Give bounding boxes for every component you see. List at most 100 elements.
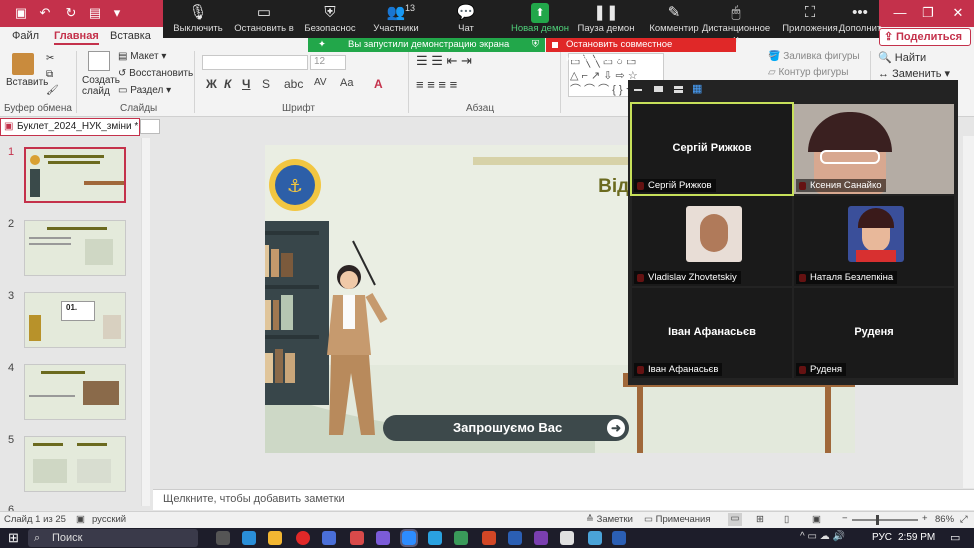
bold-button[interactable]: Ж [206,77,217,91]
save-icon[interactable]: ▣ [12,4,30,22]
language-indicator[interactable]: РУС [872,532,892,543]
present-icon[interactable]: ▤ [86,4,104,22]
participant-tile[interactable]: Наталя Безлепкіна [794,196,954,286]
taskbar-search[interactable]: ⌕ Поиск [28,529,198,547]
annotate-button[interactable]: ✎ Комментир [639,3,709,34]
redo-icon[interactable]: ↻ [62,4,80,22]
notifications-icon[interactable]: ▭ [950,531,960,544]
close-icon[interactable]: ✕ [942,2,974,24]
edge-icon[interactable] [242,531,256,545]
task-view-icon[interactable] [216,531,230,545]
shadow-button[interactable]: S [262,77,270,91]
spacing-button[interactable]: AV [314,77,327,88]
paste-icon[interactable] [12,53,34,75]
stop-share-button[interactable]: Остановить совместное использование [546,38,736,64]
bullets-button[interactable]: ☰ ☰ ⇤ ⇥ [416,53,472,69]
strip-view-icon[interactable] [674,86,683,93]
windows-start-icon[interactable]: ⊞ [8,530,19,546]
participant-tile[interactable]: Руденя Руденя [794,288,954,378]
app-icon[interactable] [612,531,626,545]
tab-home[interactable]: Главная [54,30,99,45]
telegram-icon[interactable] [428,531,442,545]
font-size-field[interactable]: 12 [310,55,346,70]
canvas-scrollbar[interactable] [963,136,974,488]
pause-button[interactable]: ❚❚ Пауза демон [571,3,641,34]
notes-pane[interactable]: Щелкните, чтобы добавить заметки [153,489,974,510]
shield-button[interactable]: ⛨ Безопаснос [295,3,365,34]
store-icon[interactable] [322,531,336,545]
word-icon[interactable] [508,531,522,545]
speaker-view-icon[interactable] [654,86,663,92]
slideshow-icon[interactable]: ▣ [812,514,821,525]
onenote-icon[interactable] [534,531,548,545]
format-painter-icon[interactable]: 🖌 [46,85,59,96]
font-color-button[interactable]: A [374,77,383,91]
italic-button[interactable]: К [224,77,231,91]
slide-thumbnail-2[interactable] [24,220,126,276]
more-button[interactable]: ••• Дополнит [825,3,895,34]
zoom-level[interactable]: 86% [935,514,954,525]
app-icon[interactable] [588,531,602,545]
minimize-gallery-icon[interactable] [634,89,642,91]
underline-button[interactable]: Ч [242,77,250,91]
participant-tile[interactable]: Ксения Санайко [794,104,954,194]
participant-tile[interactable]: Сергій Рижков Сергій Рижков [630,102,794,196]
comments-button[interactable]: ▭ Примечания [644,514,710,525]
strikethrough-button[interactable]: abc [284,77,303,91]
app-icon[interactable] [454,531,468,545]
undo-icon[interactable]: ↶ [36,4,54,22]
copy-icon[interactable]: ⧉ [46,69,53,80]
normal-view-icon[interactable]: ▭ [728,513,742,526]
align-buttons[interactable]: ≡ ≡ ≡ ≡ [416,77,457,92]
video-button[interactable]: ▭ Остановить в [229,3,299,34]
participant-tile[interactable]: Іван Афанасьєв Іван Афанасьєв [632,288,792,378]
reset-button[interactable]: ↺ Восстановить [118,68,193,79]
app-icon[interactable] [560,531,574,545]
sorter-view-icon[interactable]: ⊞ [756,514,764,525]
slide-thumbnail-1[interactable] [24,147,126,203]
participant-tile[interactable]: Vladislav Zhovtetskiy [632,196,792,286]
shape-fill-button[interactable]: 🪣 Заливка фигуры [768,51,860,62]
participants-button[interactable]: 👥 13 Участники [361,3,431,34]
new-slide-icon[interactable] [88,51,110,71]
new-share-button[interactable]: ⬆ Новая демон [505,3,575,34]
tab-insert[interactable]: Вставка [110,30,151,42]
invite-button[interactable]: Запрошуємо Вас ➜ [383,415,629,441]
slide-thumbnail-3[interactable]: 01. [24,292,126,348]
thumbnails-scrollbar[interactable] [141,138,150,506]
clock[interactable]: 2:59 PM [898,532,935,543]
font-name-field[interactable] [202,55,308,70]
language-indicator[interactable]: русский [92,514,126,525]
section-button[interactable]: ▭ Раздел ▾ [118,85,171,96]
shape-outline-button[interactable]: ▱ Контур фигуры [768,67,848,78]
tray-icons[interactable]: ^ ▭ ☁ 🔊 [800,531,845,542]
viber-icon[interactable] [376,531,390,545]
file-tab[interactable]: ▣ Буклет_2024_НУК_зміни * [0,118,140,136]
zoom-in-icon[interactable]: + [922,513,928,524]
powerpoint-icon[interactable] [482,531,496,545]
spellcheck-icon[interactable]: ▣ [76,514,85,525]
zoom-slider[interactable] [852,519,918,521]
opera-icon[interactable] [296,531,310,545]
zoom-app-icon[interactable] [400,529,418,547]
new-slide-button[interactable]: Создать слайд [82,75,120,97]
fit-slide-icon[interactable]: ⤢ [960,514,968,525]
explorer-icon[interactable] [268,531,282,545]
slide-thumbnail-5[interactable] [24,436,126,492]
find-button[interactable]: 🔍 Найти [878,51,926,64]
replace-button[interactable]: ↔ Заменить ▾ [878,67,950,80]
chat-button[interactable]: 💬 Чат [431,3,501,34]
reading-view-icon[interactable]: ▯ [784,514,789,525]
app-icon[interactable] [350,531,364,545]
grid-view-icon[interactable]: ▦ [692,84,702,95]
microphone-button[interactable]: 🎙 Выключить [163,3,233,34]
zoom-slider-thumb[interactable] [876,515,879,525]
notes-button[interactable]: ≙ Заметки [586,514,633,525]
zoom-out-icon[interactable]: − [842,513,848,524]
slide-thumbnail-4[interactable] [24,364,126,420]
cut-icon[interactable]: ✂ [46,53,54,64]
layout-button[interactable]: ▤ Макет ▾ [118,51,166,62]
customize-icon[interactable]: ▾ [108,4,126,22]
restore-icon[interactable]: ❐ [912,2,944,24]
new-tab-button[interactable] [140,119,160,134]
